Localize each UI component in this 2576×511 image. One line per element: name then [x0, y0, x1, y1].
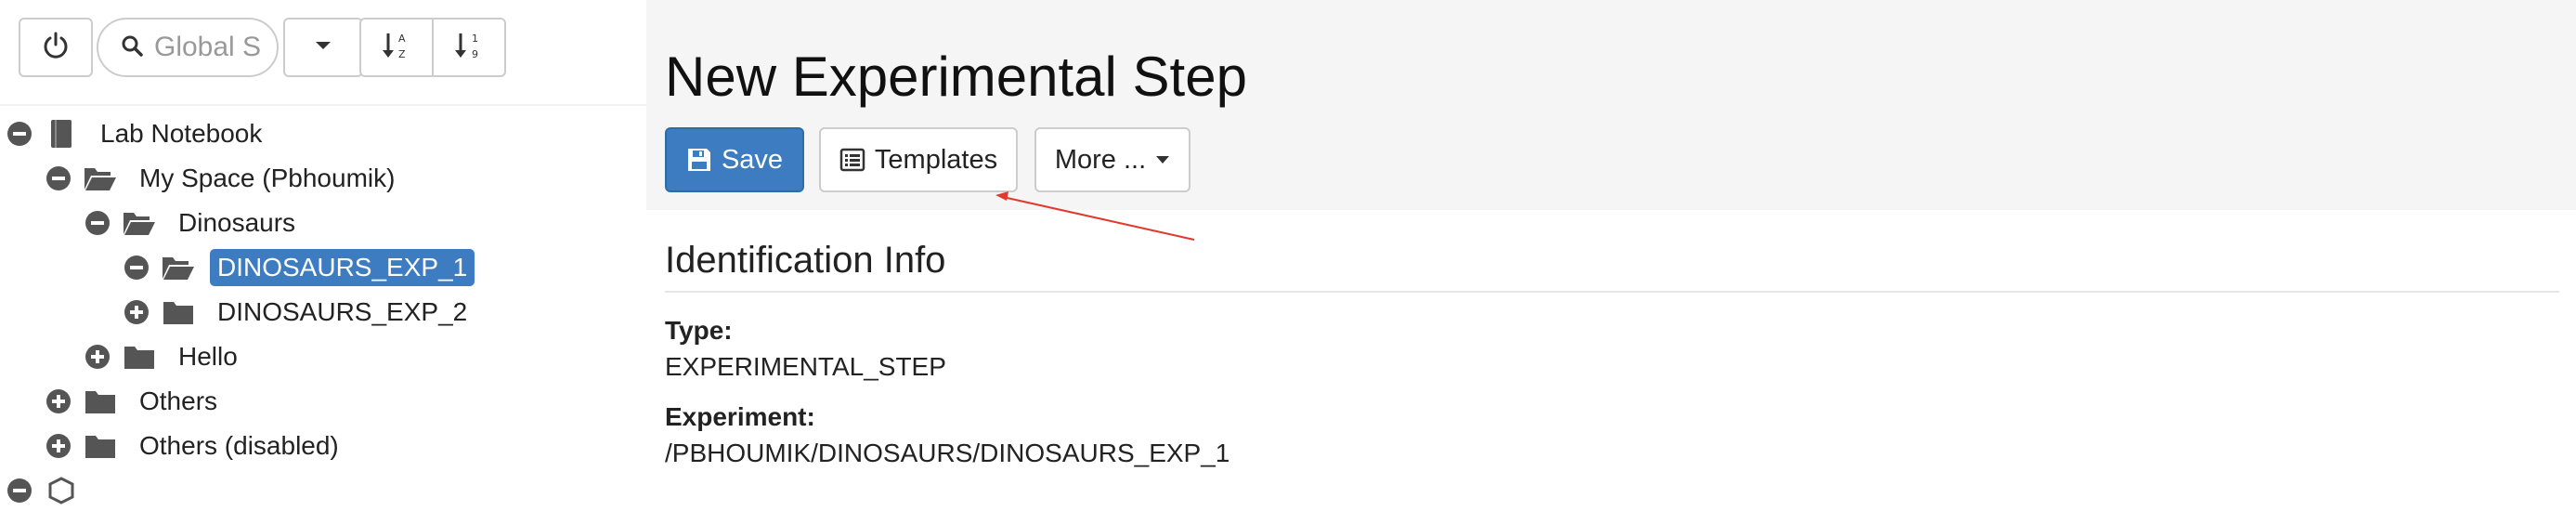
field-label-type: Type:: [665, 316, 733, 345]
folder-icon: [84, 386, 117, 417]
sidebar: Global S A Z 1 9 Lab Notebook My Space (…: [0, 0, 646, 504]
tree-item-label: Lab Notebook: [100, 119, 263, 148]
expand-icon[interactable]: [84, 343, 111, 371]
power-button[interactable]: [19, 18, 93, 77]
tree-item-label: Dinosaurs: [178, 208, 296, 237]
tree-item-others[interactable]: Others: [45, 381, 225, 422]
field-value-type: EXPERIMENTAL_STEP: [665, 352, 946, 381]
folder-icon: [123, 341, 156, 373]
sort-button-group: A Z 1 9: [359, 18, 506, 77]
tree-item-partial[interactable]: [6, 470, 78, 511]
power-icon: [42, 32, 70, 64]
sort-alpha-button[interactable]: A Z: [359, 18, 434, 77]
tree-item-label: Hello: [178, 342, 238, 371]
cube-icon: [45, 475, 78, 506]
tree-item-dinosaurs-exp-1[interactable]: DINOSAURS_EXP_1: [123, 247, 475, 288]
search-options-dropdown[interactable]: [283, 18, 363, 77]
tree-item-label: Others: [139, 387, 218, 415]
field-label-experiment: Experiment:: [665, 402, 815, 431]
svg-text:9: 9: [472, 48, 478, 60]
folder-open-icon: [162, 252, 195, 283]
tree-item-dinosaurs[interactable]: Dinosaurs: [84, 203, 303, 243]
folder-icon: [162, 296, 195, 328]
svg-text:Z: Z: [398, 48, 406, 60]
expand-icon[interactable]: [123, 298, 150, 326]
tree-item-label-selected: DINOSAURS_EXP_1: [210, 249, 475, 286]
caret-down-icon: [315, 39, 332, 56]
tree-item-label: Others (disabled): [139, 431, 339, 460]
svg-text:A: A: [398, 33, 406, 45]
sort-alpha-icon: A Z: [381, 30, 412, 66]
collapse-icon[interactable]: [123, 254, 150, 282]
folder-open-icon: [84, 163, 117, 194]
field-value-experiment: /PBHOUMIK/DINOSAURS/DINOSAURS_EXP_1: [665, 439, 1230, 467]
collapse-icon[interactable]: [45, 164, 72, 192]
folder-icon: [84, 430, 117, 462]
svg-text:1: 1: [472, 33, 478, 45]
notebook-icon: [45, 118, 78, 150]
expand-icon[interactable]: [45, 432, 72, 460]
annotation-arrow: [995, 191, 1195, 241]
collapse-icon[interactable]: [84, 209, 111, 237]
global-search-input[interactable]: Global S: [97, 18, 279, 77]
sort-numeric-button[interactable]: 1 9: [432, 18, 506, 77]
collapse-icon[interactable]: [6, 120, 33, 148]
section-title: Identification Info: [665, 240, 946, 281]
tree-item-label: DINOSAURS_EXP_2: [217, 297, 468, 326]
section-divider: [665, 291, 2559, 293]
folder-open-icon: [123, 207, 156, 239]
tree-item-label: My Space (Pbhoumik): [139, 164, 396, 192]
search-icon: [121, 34, 143, 61]
tree-item-others-disabled[interactable]: Others (disabled): [45, 426, 346, 466]
tree-item-lab-notebook[interactable]: Lab Notebook: [6, 113, 269, 154]
main-content: New Experimental Step Save Templates Mor…: [646, 0, 2576, 483]
tree-item-dinosaurs-exp-2[interactable]: DINOSAURS_EXP_2: [123, 292, 475, 333]
sidebar-divider: [0, 104, 646, 106]
search-placeholder: Global S: [154, 32, 262, 62]
sort-numeric-icon: 1 9: [453, 30, 485, 66]
collapse-icon[interactable]: [6, 477, 33, 504]
expand-icon[interactable]: [45, 387, 72, 415]
tree-item-my-space[interactable]: My Space (Pbhoumik): [45, 158, 402, 199]
tree-item-hello[interactable]: Hello: [84, 336, 245, 377]
